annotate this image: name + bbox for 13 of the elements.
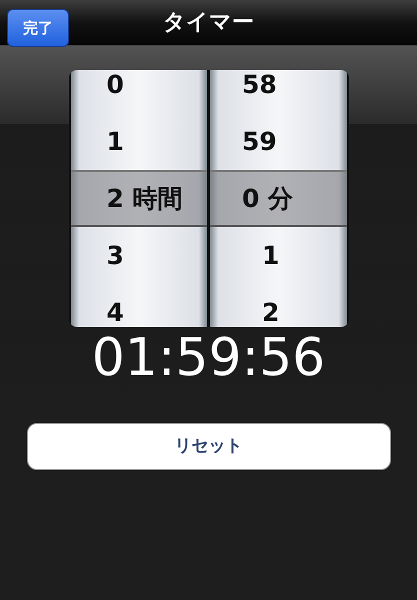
picker-value[interactable]: 58 <box>210 70 277 104</box>
picker-value[interactable]: 1 <box>70 122 124 160</box>
picker-value[interactable]: 2 <box>210 294 280 327</box>
picker-value[interactable]: 3 <box>70 236 124 274</box>
navbar-title: タイマー <box>163 9 254 37</box>
countdown-time: 01:59:56 <box>92 328 326 388</box>
picker-value[interactable]: 0 <box>70 70 124 104</box>
reset-button[interactable]: リセット <box>26 423 390 470</box>
done-button[interactable]: 完了 <box>7 9 69 47</box>
picker-value[interactable]: 59 <box>210 122 277 160</box>
picker-value[interactable]: 1 <box>210 236 280 274</box>
picker-value[interactable]: 4 <box>70 294 124 327</box>
time-picker[interactable]: 0 1 2 時間 3 4 58 59 0 分 1 2 <box>68 70 348 327</box>
